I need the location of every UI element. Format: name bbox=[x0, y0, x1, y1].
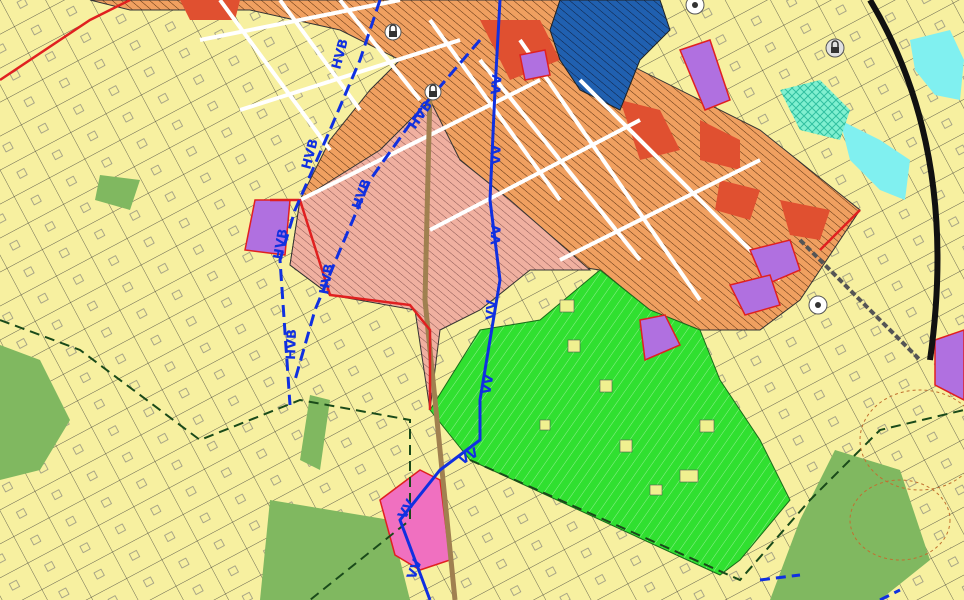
lock-icon[interactable] bbox=[825, 38, 845, 58]
target-icon[interactable] bbox=[808, 295, 828, 315]
lock-icon[interactable] bbox=[424, 83, 442, 101]
target-icon[interactable] bbox=[685, 0, 705, 15]
power-line-label: VV bbox=[489, 74, 506, 95]
lock-icon[interactable] bbox=[384, 23, 402, 41]
power-line-label: VV bbox=[489, 225, 505, 246]
power-line-label: VV bbox=[489, 145, 505, 166]
map-canvas: HVB HVB HVB HVB HVB HVB HVB VV VV VV VV … bbox=[0, 0, 964, 600]
zoning-map[interactable]: HVB HVB HVB HVB HVB HVB HVB VV VV VV VV … bbox=[0, 0, 964, 600]
power-line-label: VV bbox=[484, 300, 500, 321]
power-line-label: HVB bbox=[284, 329, 300, 360]
